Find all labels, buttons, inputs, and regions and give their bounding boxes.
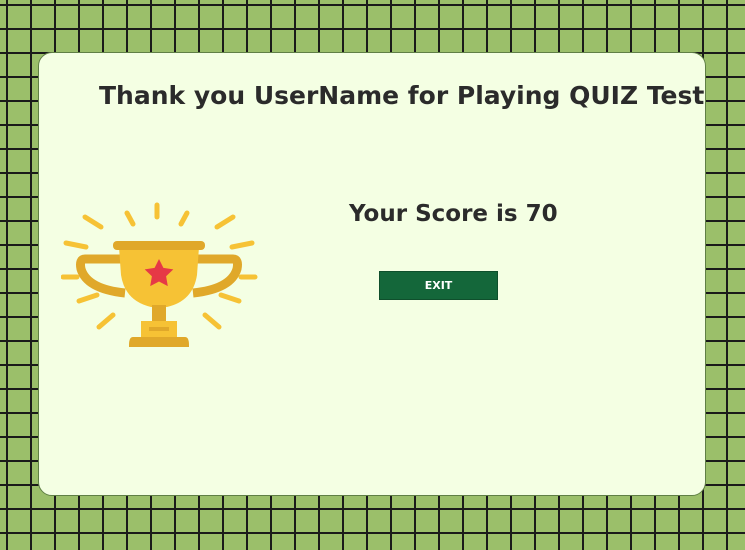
score-text: Your Score is 70 xyxy=(349,201,558,227)
exit-button[interactable]: EXIT xyxy=(379,271,498,300)
trophy-icon xyxy=(61,202,258,347)
page-title: Thank you UserName for Playing QUIZ Test xyxy=(99,81,705,110)
result-dialog: Thank you UserName for Playing QUIZ Test xyxy=(38,52,706,496)
